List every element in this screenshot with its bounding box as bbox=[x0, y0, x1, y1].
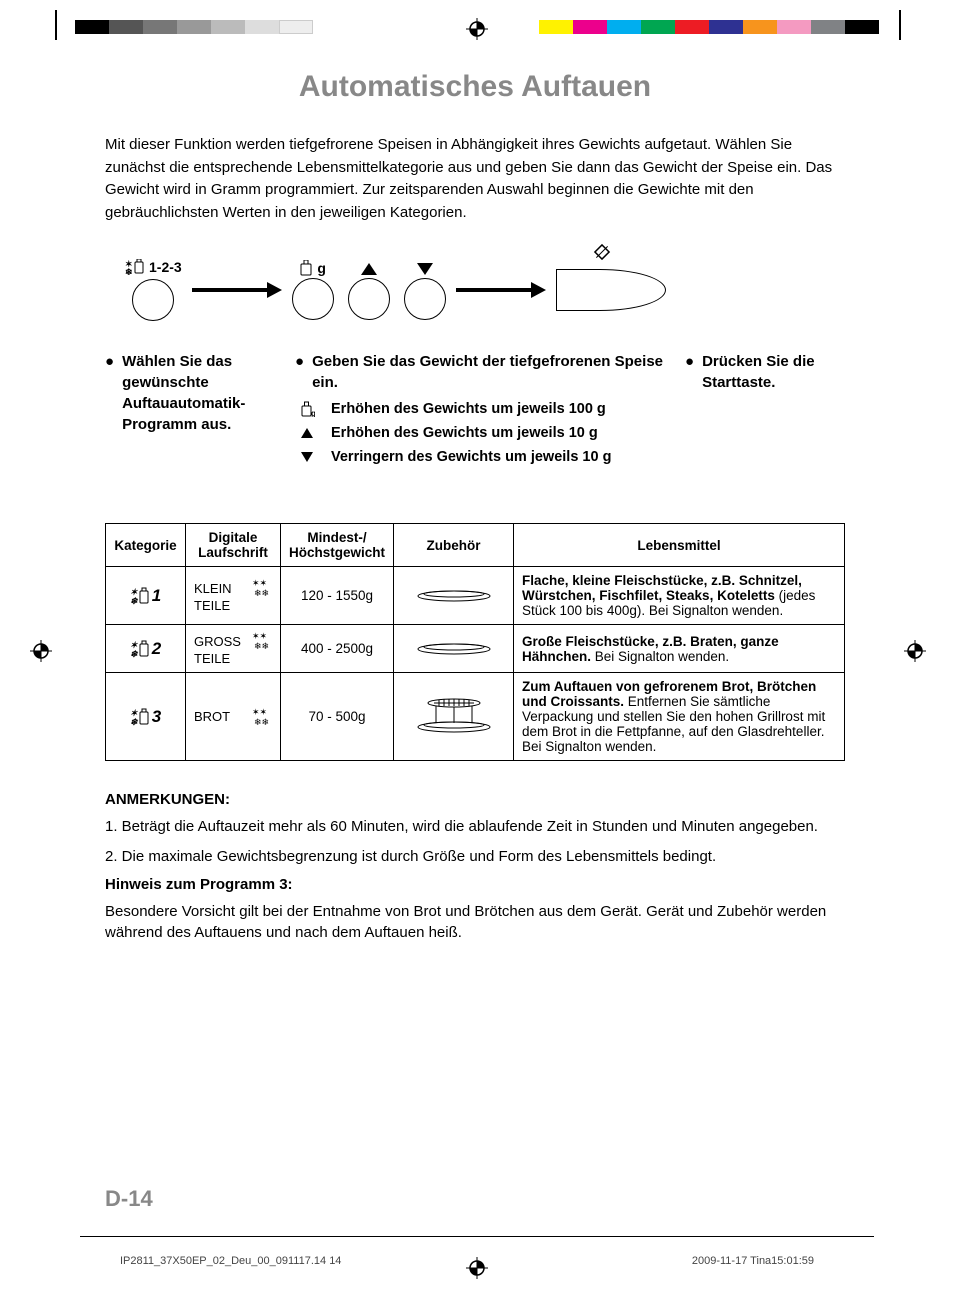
col-category: Kategorie bbox=[106, 524, 186, 567]
step-2-heading: Geben Sie das Gewicht der tiefgefrorenen… bbox=[312, 351, 665, 393]
svg-text:✶✶: ✶✶ bbox=[252, 578, 267, 588]
category-cell: ✶❄2 bbox=[106, 625, 186, 673]
note-2: 2. Die maximale Gewichtsbegrenzung ist d… bbox=[105, 846, 845, 868]
step-2-line-1: Erhöhen des Gewichts um jeweils 100 g bbox=[331, 401, 606, 417]
program-select-button[interactable] bbox=[132, 279, 174, 321]
plate-icon bbox=[414, 584, 494, 604]
table-row: ✶❄2 GROSS✶✶❄❄TEILE400 - 2500g Große Fleisc… bbox=[106, 625, 845, 673]
page-number: D-14 bbox=[105, 1186, 153, 1212]
svg-text:❄❄: ❄❄ bbox=[254, 588, 269, 598]
registration-mark-icon bbox=[466, 18, 488, 40]
svg-text:❄: ❄ bbox=[130, 596, 139, 605]
hint-heading: Hinweis zum Programm 3: bbox=[105, 876, 845, 893]
crop-mark-left bbox=[55, 10, 57, 40]
weight-cell: 400 - 2500g bbox=[281, 625, 394, 673]
crop-mark-right bbox=[899, 10, 901, 40]
svg-text:g: g bbox=[311, 409, 315, 417]
weight-icon bbox=[299, 260, 313, 276]
diamond-icon bbox=[593, 243, 611, 261]
rack-on-plate-icon bbox=[414, 695, 494, 735]
svg-text:❄❄: ❄❄ bbox=[254, 641, 269, 651]
notes-section: ANMERKUNGEN: 1. Beträgt die Auftauzeit m… bbox=[105, 791, 845, 944]
accessory-cell bbox=[394, 673, 514, 761]
accessory-cell bbox=[394, 567, 514, 625]
triangle-up-icon bbox=[360, 262, 378, 276]
color-bar bbox=[539, 20, 879, 34]
svg-text:❄❄: ❄❄ bbox=[254, 717, 269, 727]
scrolltext-cell: BROT✶✶❄❄ bbox=[186, 673, 281, 761]
arrow-right-icon bbox=[456, 280, 546, 300]
defrost-program-icon: ✶❄2 bbox=[114, 639, 177, 659]
table-row: ✶❄3 BROT✶✶❄❄70 - 500g Zum Auftauen von gef… bbox=[106, 673, 845, 761]
defrost-program-icon: ✶❄ bbox=[125, 259, 145, 275]
defrost-program-icon: ✶❄1 bbox=[114, 586, 177, 606]
weight-up-button[interactable] bbox=[348, 278, 390, 320]
svg-text:❄: ❄ bbox=[130, 649, 139, 658]
weight-100g-button[interactable] bbox=[292, 278, 334, 320]
weight-cell: 120 - 1550g bbox=[281, 567, 394, 625]
col-food: Lebensmittel bbox=[514, 524, 845, 567]
diagram-label-g: g bbox=[317, 260, 326, 276]
col-weight: Mindest-/ Höchstgewicht bbox=[281, 524, 394, 567]
weight-cell: 70 - 500g bbox=[281, 673, 394, 761]
scrolltext-cell: GROSS✶✶❄❄TEILE bbox=[186, 625, 281, 673]
triangle-up-icon bbox=[295, 427, 319, 439]
operation-diagram: ✶❄ 1-2-3 g bbox=[125, 259, 845, 321]
svg-text:✶✶: ✶✶ bbox=[252, 707, 267, 717]
defrost-programs-table: Kategorie Digitale Laufschrift Mindest-/… bbox=[105, 523, 845, 761]
step-2-line-3: Verringern des Gewichts um jeweils 10 g bbox=[331, 449, 611, 465]
step-3-text: Drücken Sie die Starttaste. bbox=[702, 351, 845, 393]
svg-text:❄: ❄ bbox=[125, 267, 133, 275]
footer-left: IP2811_37X50EP_02_Deu_00_091117.14 14 bbox=[120, 1255, 341, 1267]
diagram-label-123: 1-2-3 bbox=[149, 259, 182, 275]
triangle-down-icon bbox=[416, 262, 434, 276]
accessory-cell bbox=[394, 625, 514, 673]
triangle-down-icon bbox=[295, 451, 319, 463]
svg-text:❄: ❄ bbox=[130, 717, 139, 726]
hint-text: Besondere Vorsicht gilt bei der Entnahme… bbox=[105, 901, 845, 945]
food-cell: Große Fleischstücke, z.B. Braten, ganze … bbox=[514, 625, 845, 673]
svg-text:✶✶: ✶✶ bbox=[252, 631, 267, 641]
step-1-text: Wählen Sie das gewün­schte Auftauautomat… bbox=[122, 351, 275, 435]
food-cell: Flache, kleine Fleischstücke, z.B. Schni… bbox=[514, 567, 845, 625]
category-cell: ✶❄3 bbox=[106, 673, 186, 761]
registration-mark-icon bbox=[904, 640, 926, 666]
arrow-right-icon bbox=[192, 280, 282, 300]
category-cell: ✶❄1 bbox=[106, 567, 186, 625]
col-scrolltext: Digitale Laufschrift bbox=[186, 524, 281, 567]
step-2-line-2: Erhöhen des Gewichts um jeweils 10 g bbox=[331, 425, 598, 441]
footer-right: 2009-11-17 Tina15:01:59 bbox=[692, 1255, 814, 1267]
grayscale-bar bbox=[75, 20, 313, 34]
footer-rule bbox=[80, 1236, 874, 1237]
step-instructions: ●Wählen Sie das gewün­schte Auftauautoma… bbox=[105, 351, 845, 473]
weight-down-button[interactable] bbox=[404, 278, 446, 320]
food-cell: Zum Auftauen von gefrorenem Brot, Brötch… bbox=[514, 673, 845, 761]
plate-icon bbox=[414, 637, 494, 657]
notes-heading: ANMERKUNGEN: bbox=[105, 791, 845, 808]
scrolltext-cell: KLEIN✶✶❄❄TEILE bbox=[186, 567, 281, 625]
start-button[interactable] bbox=[556, 269, 666, 311]
registration-mark-icon bbox=[466, 1257, 488, 1279]
weight-icon: g bbox=[295, 401, 319, 417]
table-header-row: Kategorie Digitale Laufschrift Mindest-/… bbox=[106, 524, 845, 567]
registration-mark-icon bbox=[30, 640, 52, 666]
note-1: 1. Beträgt die Auftauzeit mehr als 60 Mi… bbox=[105, 816, 845, 838]
intro-paragraph: Mit dieser Funktion werden tiefgefrorene… bbox=[105, 134, 845, 224]
col-accessory: Zubehör bbox=[394, 524, 514, 567]
table-row: ✶❄1 KLEIN✶✶❄❄TEILE120 - 1550g Flache, klei… bbox=[106, 567, 845, 625]
page-title: Automatisches Auftauen bbox=[105, 70, 845, 104]
defrost-program-icon: ✶❄3 bbox=[114, 707, 177, 727]
